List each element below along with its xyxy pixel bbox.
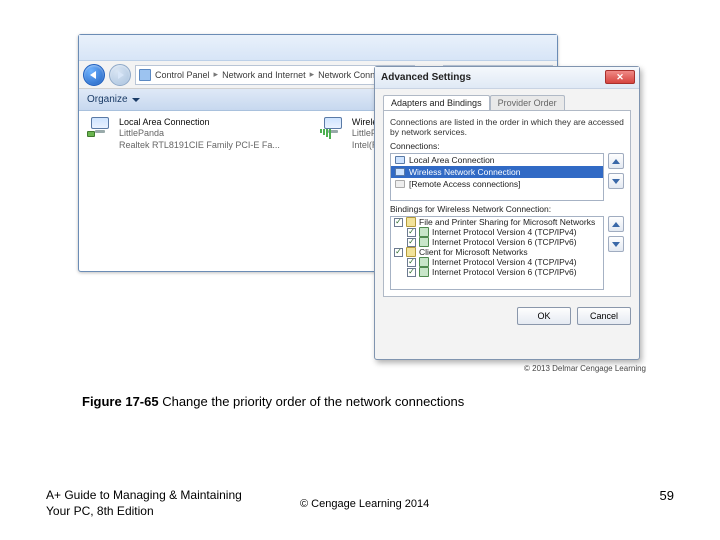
list-item[interactable]: [Remote Access connections] bbox=[391, 178, 603, 190]
checkbox[interactable] bbox=[407, 258, 416, 267]
dialog-titlebar: Advanced Settings ✕ bbox=[375, 67, 639, 89]
conn-status: LittlePanda bbox=[119, 128, 280, 139]
list-item[interactable]: Wireless Network Connection bbox=[391, 166, 603, 178]
protocol-icon bbox=[419, 237, 429, 247]
checkbox[interactable] bbox=[394, 248, 403, 257]
back-button[interactable] bbox=[83, 64, 105, 86]
image-credit: © 2013 Delmar Cengage Learning bbox=[396, 364, 646, 373]
description-text: Connections are listed in the order in w… bbox=[390, 117, 624, 137]
forward-button[interactable] bbox=[109, 64, 131, 86]
tab-provider-order[interactable]: Provider Order bbox=[490, 95, 565, 110]
arrow-down-icon bbox=[612, 242, 620, 247]
conn-name: Local Area Connection bbox=[119, 117, 280, 128]
bindings-label: Bindings for Wireless Network Connection… bbox=[390, 204, 624, 214]
tab-panel: Connections are listed in the order in w… bbox=[383, 110, 631, 297]
move-down-button[interactable] bbox=[608, 236, 624, 252]
crumb-1[interactable]: Control Panel bbox=[155, 70, 210, 80]
page-number: 59 bbox=[660, 488, 674, 503]
connections-label: Connections: bbox=[390, 141, 624, 151]
connection-lan[interactable]: Local Area Connection LittlePanda Realte… bbox=[87, 117, 280, 151]
ok-button[interactable]: OK bbox=[517, 307, 571, 325]
organize-menu[interactable]: Organize bbox=[87, 94, 128, 105]
binding-item[interactable]: Client for Microsoft Networks bbox=[391, 247, 603, 257]
dialog-button-row: OK Cancel bbox=[375, 301, 639, 331]
arrow-up-icon bbox=[612, 159, 620, 164]
remote-access-icon bbox=[395, 180, 405, 188]
dialog-title: Advanced Settings bbox=[381, 72, 471, 83]
protocol-icon bbox=[419, 267, 429, 277]
slide: Control Panel ▸ Network and Internet ▸ N… bbox=[0, 0, 720, 540]
checkbox[interactable] bbox=[407, 268, 416, 277]
breadcrumb[interactable]: Control Panel ▸ Network and Internet ▸ N… bbox=[135, 65, 415, 85]
book-title: A+ Guide to Managing & Maintaining Your … bbox=[46, 488, 242, 519]
binding-item[interactable]: Internet Protocol Version 4 (TCP/IPv4) bbox=[391, 227, 603, 237]
chevron-right-icon: ▸ bbox=[214, 69, 219, 80]
adapter-icon bbox=[395, 156, 405, 164]
binding-item[interactable]: File and Printer Sharing for Microsoft N… bbox=[391, 217, 603, 227]
close-icon: ✕ bbox=[616, 72, 624, 82]
move-down-button[interactable] bbox=[608, 173, 624, 189]
binding-item[interactable]: Internet Protocol Version 4 (TCP/IPv4) bbox=[391, 257, 603, 267]
crumb-2[interactable]: Network and Internet bbox=[222, 70, 306, 80]
chevron-right-icon: ▸ bbox=[310, 69, 315, 80]
tab-adapters-bindings[interactable]: Adapters and Bindings bbox=[383, 95, 490, 110]
ethernet-icon bbox=[87, 117, 113, 139]
copyright: © Cengage Learning 2014 bbox=[300, 498, 429, 510]
move-up-button[interactable] bbox=[608, 216, 624, 232]
checkbox[interactable] bbox=[407, 238, 416, 247]
arrow-down-icon bbox=[612, 179, 620, 184]
figure-caption: Figure 17-65 Change the priority order o… bbox=[82, 394, 642, 409]
binding-item[interactable]: Internet Protocol Version 6 (TCP/IPv6) bbox=[391, 267, 603, 277]
adapter-icon bbox=[395, 168, 405, 176]
list-item[interactable]: Local Area Connection bbox=[391, 154, 603, 166]
tab-strip: Adapters and Bindings Provider Order bbox=[383, 95, 631, 110]
control-panel-icon bbox=[139, 69, 151, 81]
service-icon bbox=[406, 247, 416, 257]
conn-device: Realtek RTL8191CIE Family PCI-E Fa... bbox=[119, 140, 280, 151]
advanced-settings-dialog: Advanced Settings ✕ Adapters and Binding… bbox=[374, 66, 640, 360]
figure-text: Change the priority order of the network… bbox=[159, 394, 465, 409]
chevron-down-icon bbox=[132, 98, 140, 102]
dialog-body: Adapters and Bindings Provider Order Con… bbox=[375, 89, 639, 301]
cancel-button[interactable]: Cancel bbox=[577, 307, 631, 325]
service-icon bbox=[406, 217, 416, 227]
protocol-icon bbox=[419, 257, 429, 267]
checkbox[interactable] bbox=[407, 228, 416, 237]
protocol-icon bbox=[419, 227, 429, 237]
close-button[interactable]: ✕ bbox=[605, 70, 635, 84]
checkbox[interactable] bbox=[394, 218, 403, 227]
move-up-button[interactable] bbox=[608, 153, 624, 169]
window-titlebar bbox=[79, 35, 557, 61]
connections-listbox[interactable]: Local Area ConnectionWireless Network Co… bbox=[390, 153, 604, 201]
figure-number: Figure 17-65 bbox=[82, 394, 159, 409]
binding-item[interactable]: Internet Protocol Version 6 (TCP/IPv6) bbox=[391, 237, 603, 247]
arrow-up-icon bbox=[612, 222, 620, 227]
wifi-icon bbox=[320, 117, 346, 139]
bindings-listbox[interactable]: File and Printer Sharing for Microsoft N… bbox=[390, 216, 604, 290]
